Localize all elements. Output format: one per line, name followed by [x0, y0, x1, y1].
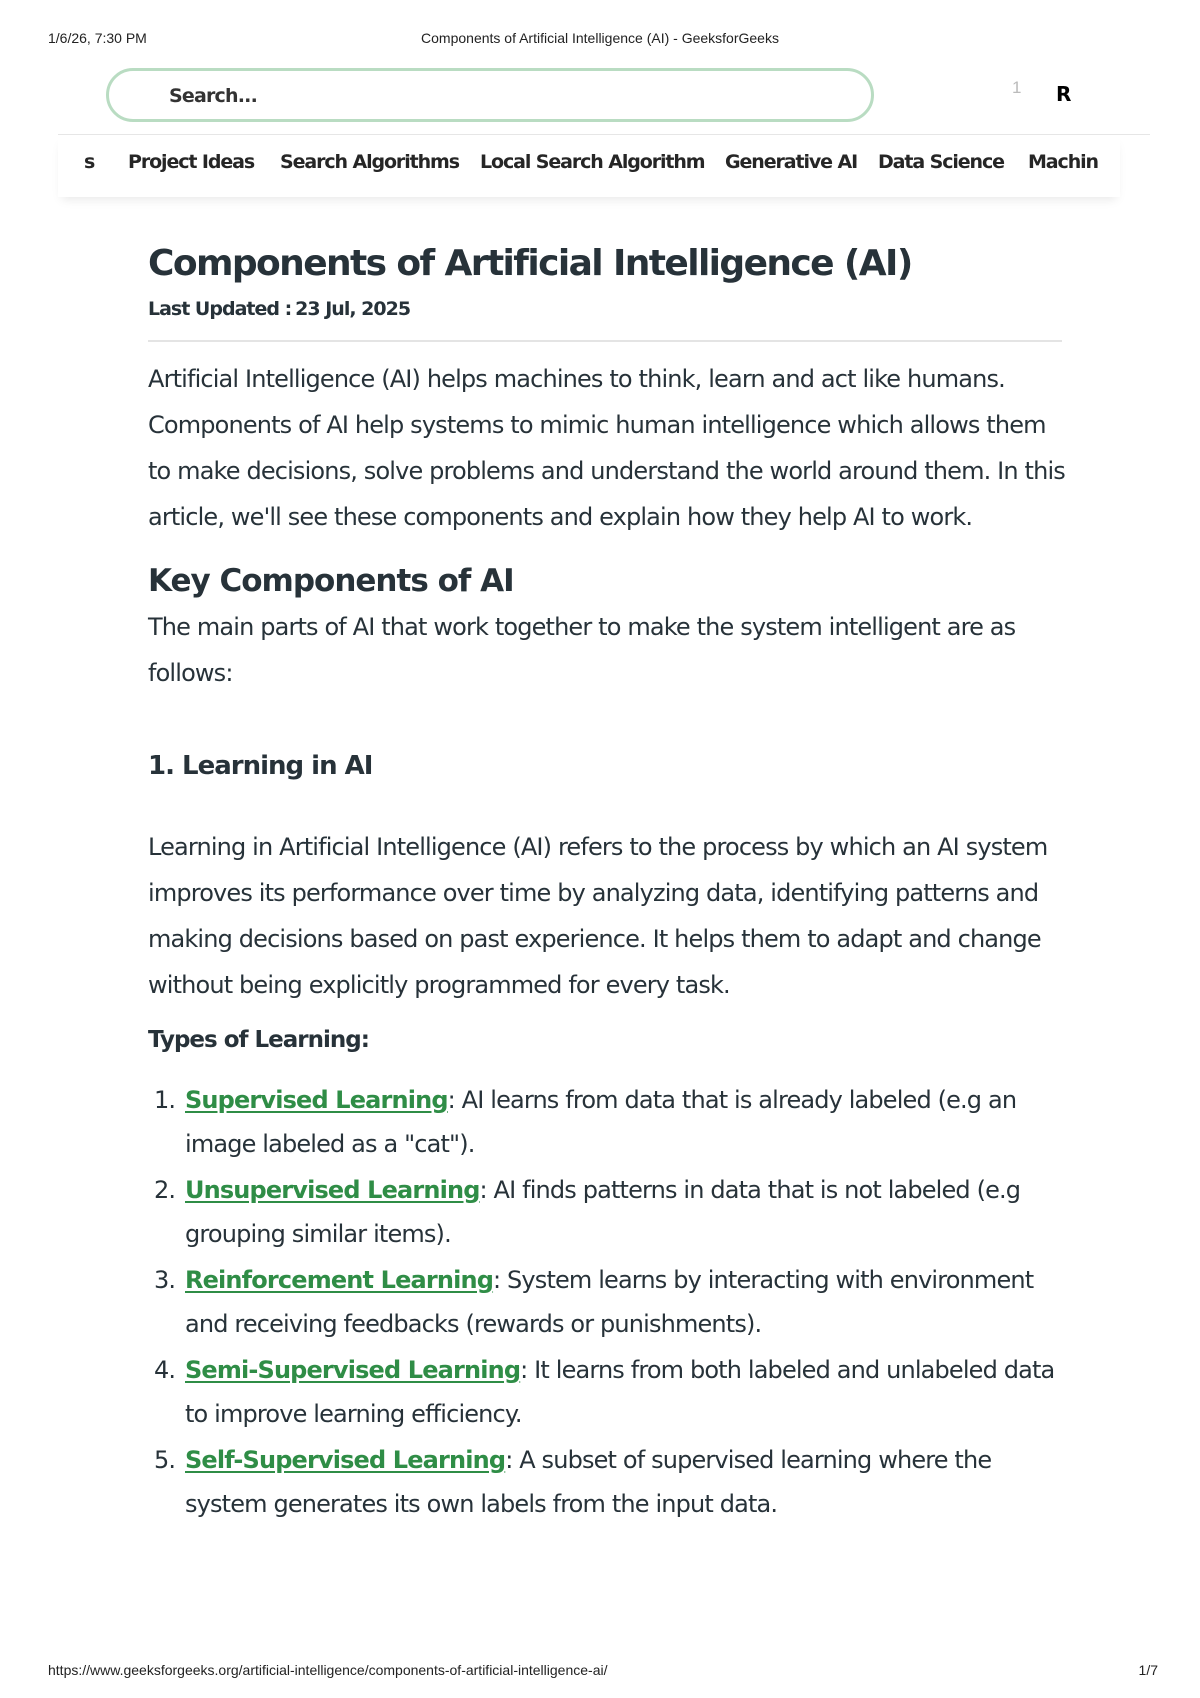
- learning-paragraph: Learning in Artificial Intelligence (AI)…: [148, 833, 1048, 999]
- nav-item-data-science[interactable]: Data Science: [878, 151, 1005, 173]
- list-number: 2.: [154, 1176, 176, 1204]
- learning-heading: 1. Learning in AI: [148, 751, 373, 781]
- types-of-learning-list: 1. Supervised Learning: AI learns from da…: [148, 1078, 1068, 1526]
- unsupervised-learning-link[interactable]: Unsupervised Learning: [185, 1176, 480, 1204]
- last-updated-date: 23 Jul, 2025: [295, 298, 411, 320]
- types-of-learning-heading: Types of Learning:: [148, 1027, 370, 1053]
- top-bar: 1 R: [58, 66, 1150, 136]
- list-number: 3.: [154, 1266, 176, 1294]
- key-components-heading: Key Components of AI: [148, 563, 515, 599]
- list-number: 4.: [154, 1356, 176, 1384]
- print-footer: https://www.geeksforgeeks.org/artificial…: [0, 1662, 1200, 1682]
- list-item: 5. Self-Supervised Learning: A subset of …: [148, 1438, 1068, 1526]
- list-item: 2. Unsupervised Learning: AI finds patter…: [148, 1168, 1068, 1256]
- semi-supervised-learning-link[interactable]: Semi-Supervised Learning: [185, 1356, 521, 1384]
- print-url: https://www.geeksforgeeks.org/artificial…: [48, 1662, 608, 1678]
- nav-item-machine-learning[interactable]: Machin: [1028, 151, 1099, 173]
- list-number: 5.: [154, 1446, 176, 1474]
- title-divider: [148, 340, 1062, 342]
- topic-nav-bar: s Project Ideas Search Algorithms Local …: [58, 135, 1120, 197]
- notification-count[interactable]: 1: [1012, 78, 1021, 98]
- list-item: 3. Reinforcement Learning: System learns …: [148, 1258, 1068, 1346]
- article-title: Components of Artificial Intelligence (A…: [148, 243, 913, 284]
- nav-item-local-search-algorithm[interactable]: Local Search Algorithm: [480, 151, 706, 173]
- print-page-title: Components of Artificial Intelligence (A…: [421, 30, 779, 46]
- nav-item-cut-off[interactable]: s: [84, 151, 95, 173]
- last-updated-label: Last Updated :: [148, 298, 292, 320]
- list-item: 1. Supervised Learning: AI learns from da…: [148, 1078, 1068, 1166]
- intro-paragraph: Artificial Intelligence (AI) helps machi…: [148, 365, 1066, 531]
- key-components-description: The main parts of AI that work together …: [148, 613, 1016, 687]
- article-content: Components of Artificial Intelligence (A…: [148, 240, 1068, 1528]
- list-number: 1.: [154, 1086, 176, 1114]
- nav-item-generative-ai[interactable]: Generative AI: [725, 151, 858, 173]
- search-input[interactable]: [169, 83, 769, 109]
- self-supervised-learning-link[interactable]: Self-Supervised Learning: [185, 1446, 506, 1474]
- list-item: 4. Semi-Supervised Learning: It learns fr…: [148, 1348, 1068, 1436]
- nav-item-project-ideas[interactable]: Project Ideas: [128, 151, 255, 173]
- last-updated: Last Updated :23 Jul, 2025: [148, 296, 1068, 322]
- avatar[interactable]: R: [1056, 82, 1071, 106]
- reinforcement-learning-link[interactable]: Reinforcement Learning: [185, 1266, 494, 1294]
- print-page-indicator: 1/7: [1138, 1662, 1158, 1678]
- search-box[interactable]: [106, 68, 874, 122]
- nav-item-search-algorithms[interactable]: Search Algorithms: [280, 151, 460, 173]
- supervised-learning-link[interactable]: Supervised Learning: [185, 1086, 449, 1114]
- print-header: 1/6/26, 7:30 PM Components of Artificial…: [0, 30, 1200, 50]
